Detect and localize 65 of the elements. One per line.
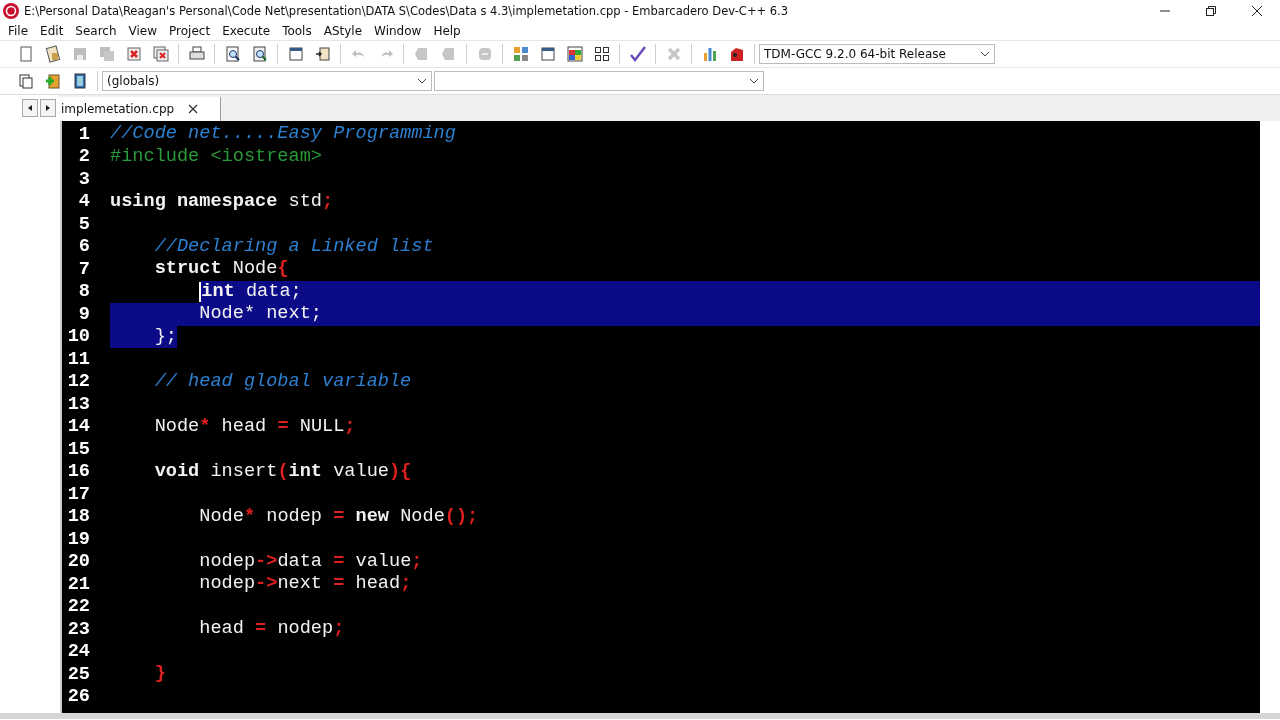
line-number: 5: [77, 213, 90, 235]
line-number: 22: [66, 596, 90, 618]
chevron-down-icon: [417, 78, 427, 84]
line-number: 3: [77, 168, 90, 190]
menu-item[interactable]: Project: [163, 24, 217, 38]
menu-item[interactable]: Help: [427, 24, 467, 38]
line-number: 1: [77, 123, 90, 145]
restore-icon: [1205, 5, 1217, 17]
menu-item[interactable]: AStyle: [317, 24, 369, 38]
scope-dropdown[interactable]: (globals): [102, 71, 432, 91]
line-number: 14: [66, 416, 90, 438]
line-number: 26: [66, 686, 90, 708]
code-line: #include <iostream>: [110, 145, 322, 168]
code-line: void insert(int value){: [153, 460, 412, 483]
chevron-down-icon: [749, 78, 759, 84]
line-number: 16: [66, 461, 90, 483]
close-icon: [1251, 5, 1263, 17]
menu-item[interactable]: File: [2, 24, 35, 38]
code-line: struct Node{: [153, 258, 289, 281]
compiler-dropdown[interactable]: TDM-GCC 9.2.0 64-bit Release: [759, 44, 995, 64]
code-line: Node* next;: [110, 303, 1260, 326]
code-line: Node* nodep = new Node();: [198, 505, 479, 528]
line-number: 21: [66, 573, 90, 595]
code-line: //Code net.....Easy Programming: [110, 123, 456, 146]
menu-item[interactable]: Execute: [216, 24, 277, 38]
line-number: 20: [66, 551, 90, 573]
line-number: 6: [77, 236, 90, 258]
line-number: 24: [66, 641, 90, 663]
code-line: head = nodep;: [198, 618, 345, 641]
code-line: //Declaring a Linked list: [153, 235, 434, 258]
line-number: 10: [66, 326, 90, 348]
line-number: 4: [77, 191, 90, 213]
line-number: 13: [66, 393, 90, 415]
code-line: using namespace std;: [110, 190, 334, 213]
menu-item[interactable]: Search: [69, 24, 123, 38]
scroll-right-button[interactable]: [40, 99, 56, 117]
menu-item[interactable]: Window: [368, 24, 428, 38]
file-tab[interactable]: implemetation.cpp: [58, 97, 222, 121]
scroll-left-button[interactable]: [22, 99, 38, 117]
code-line: nodep->data = value;: [198, 550, 423, 573]
code-line: // head global variable: [153, 370, 412, 393]
line-number: 7: [77, 258, 90, 280]
menu-item[interactable]: View: [122, 24, 164, 38]
code-line: nodep->next = head;: [198, 573, 412, 596]
line-number: 25: [66, 663, 90, 685]
menu-item[interactable]: Edit: [34, 24, 70, 38]
line-number: 12: [66, 371, 90, 393]
line-number: 15: [66, 438, 90, 460]
app-logo-icon: [3, 3, 19, 19]
line-number: 18: [66, 506, 90, 528]
line-number: 23: [66, 618, 90, 640]
line-number: 9: [77, 303, 90, 325]
line-number: 8: [77, 281, 90, 303]
line-number: 11: [66, 348, 90, 370]
chevron-down-icon: [980, 51, 990, 57]
triangle-right-icon: [45, 105, 51, 111]
menu-item[interactable]: Tools: [276, 24, 318, 38]
triangle-left-icon: [27, 105, 33, 111]
code-line: Node* head = NULL;: [153, 415, 356, 438]
close-icon[interactable]: [188, 104, 199, 114]
line-number: 17: [66, 483, 90, 505]
line-number: 19: [66, 528, 90, 550]
code-line: }: [153, 663, 166, 686]
window-title: E:\Personal Data\Reagan's Personal\Code Net\presentation\DATA S\Codes\Data s 4.3\implemetation.cpp - Embarcadero Dev-C++ 6.3: [24, 4, 790, 18]
line-number: 2: [77, 146, 90, 168]
